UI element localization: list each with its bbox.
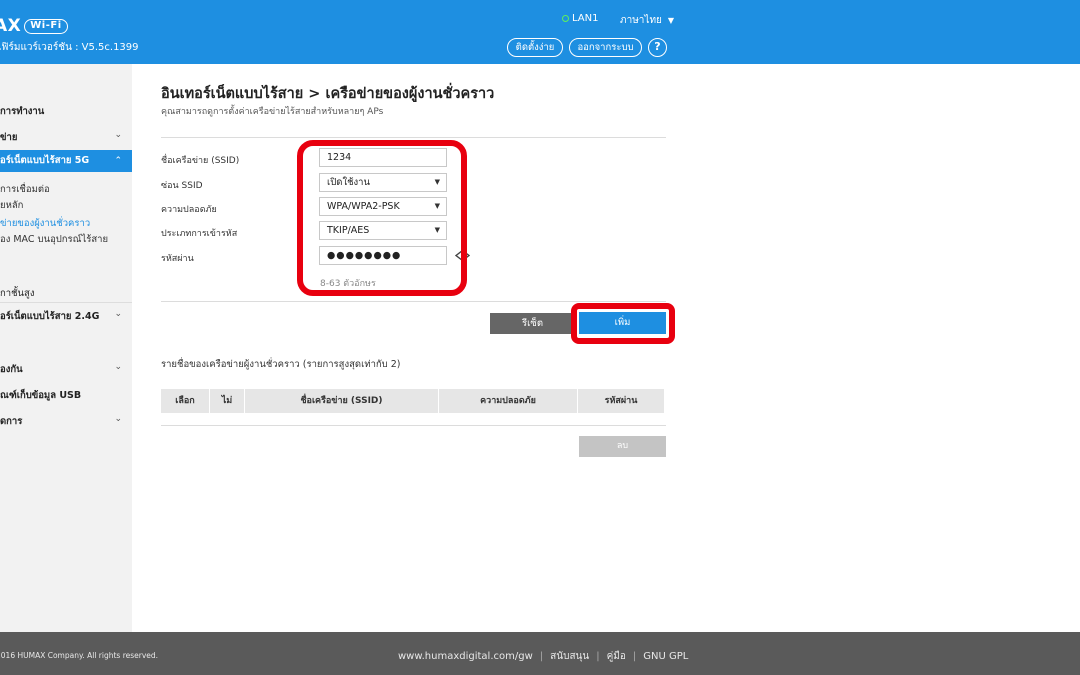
divider (161, 137, 666, 138)
sidebar-subitem-mac-filter[interactable]: อง MAC บนอุปกรณ์ไร้สาย (0, 232, 108, 247)
sidebar: การทำงาน ข่าย ⌄ อร์เน็ตแบบไร้สาย 5G ⌃ กา… (0, 64, 132, 632)
guest-network-table-header: เลือก ไม่ ชื่อเครือข่าย (SSID) ความปลอดภ… (161, 389, 664, 413)
page-description: คุณสามารถดูการตั้งค่าเครือข่ายไร้สายสำหร… (161, 107, 384, 117)
sidebar-item-advanced[interactable]: กาชั้นสูง (0, 286, 132, 300)
logout-button[interactable]: ออกจากระบบ (569, 38, 642, 57)
sidebar-item-wireless-5g[interactable]: อร์เน็ตแบบไร้สาย 5G ⌃ (0, 150, 132, 172)
divider (161, 301, 666, 302)
separator: | (596, 651, 600, 662)
status-dot-icon (562, 15, 569, 22)
separator: | (539, 651, 544, 662)
header-bar: AX Wi-Fi เฟิร์มแวร์เวอร์ชัน : V5.5c.1399… (0, 0, 1080, 64)
sidebar-item-label: องกัน (0, 364, 23, 375)
sidebar-subitem-guest-network[interactable]: ข่ายของผู้งานชั่วคราว (0, 216, 90, 231)
column-number: ไม่ (210, 389, 245, 413)
column-select: เลือก (161, 389, 210, 413)
help-button[interactable]: ? (648, 38, 667, 57)
chevron-down-icon: ⌄ (114, 130, 122, 140)
chevron-down-icon: ⌄ (114, 309, 122, 319)
language-label: ภาษาไทย (620, 15, 662, 26)
guest-network-list-title: รายชื่อของเครือข่ายผู้งานชั่วคราว (รายกา… (161, 359, 401, 370)
sidebar-item-label: การทำงาน (0, 106, 45, 117)
column-ssid: ชื่อเครือข่าย (SSID) (245, 389, 439, 413)
logo-text: AX (0, 16, 22, 36)
footer-link-manual[interactable]: คู่มือ (607, 649, 626, 664)
sidebar-item-management[interactable]: ดการ ⌄ (0, 414, 132, 428)
lan-status-label: LAN1 (572, 13, 599, 24)
highlight-outline-add (571, 303, 675, 344)
footer-links: www.humaxdigital.com/gw | สนับสนุน | คู่… (398, 649, 688, 664)
sidebar-item-usb-storage[interactable]: ณฑ์เก็บข้อมูล USB (0, 388, 132, 402)
column-security: ความปลอดภัย (439, 389, 578, 413)
sidebar-item-label: ข่าย (0, 132, 18, 143)
hide-ssid-label: ซ่อน SSID (161, 181, 203, 191)
easy-setup-button[interactable]: ติดตั้งง่าย (507, 38, 563, 57)
sidebar-item-operation[interactable]: การทำงาน (0, 104, 132, 118)
column-password: รหัสผ่าน (604, 396, 638, 406)
copyright: 2016 HUMAX Company. All rights reserved. (0, 651, 159, 660)
sidebar-subitem-main-network[interactable]: ยหลัก (0, 198, 23, 213)
wifi-badge: Wi-Fi (24, 18, 68, 34)
sidebar-item-label: ณฑ์เก็บข้อมูล USB (0, 390, 82, 401)
password-label: รหัสผ่าน (161, 254, 194, 264)
ssid-label: ชื่อเครือข่าย (SSID) (161, 156, 240, 166)
footer: 2016 HUMAX Company. All rights reserved.… (0, 632, 1080, 675)
sidebar-item-network[interactable]: ข่าย ⌄ (0, 130, 132, 144)
encryption-label: ประเภทการเข้ารหัส (161, 229, 238, 239)
footer-link-website[interactable]: www.humaxdigital.com/gw (398, 651, 533, 662)
separator: | (632, 651, 637, 662)
chevron-down-icon: ⌄ (114, 362, 122, 372)
sidebar-divider (0, 302, 132, 303)
sidebar-item-wireless-24g[interactable]: อร์เน็ตแบบไร้สาย 2.4G ⌄ (0, 309, 132, 323)
reset-button[interactable]: รีเซ็ต (490, 313, 575, 334)
footer-link-gpl[interactable]: GNU GPL (643, 651, 688, 662)
language-select[interactable]: ภาษาไทย ▼ (620, 13, 674, 28)
page-title: อินเทอร์เน็ตแบบไร้สาย > เครือข่ายของผู้ง… (161, 86, 495, 102)
security-label: ความปลอดภัย (161, 205, 217, 215)
chevron-down-icon: ⌄ (114, 414, 122, 424)
sidebar-item-label: อร์เน็ตแบบไร้สาย 2.4G (0, 311, 100, 322)
sidebar-item-label: กาชั้นสูง (0, 288, 35, 299)
divider (161, 425, 666, 426)
caret-down-icon: ▼ (667, 16, 675, 25)
delete-button[interactable]: ลบ (579, 436, 666, 457)
highlight-outline-form (297, 140, 467, 296)
lan-status: LAN1 (562, 13, 598, 24)
sidebar-item-label: อร์เน็ตแบบไร้สาย 5G (0, 155, 90, 166)
sidebar-item-label: ดการ (0, 416, 23, 427)
sidebar-subitem-connection[interactable]: การเชื่อมต่อ (0, 182, 50, 197)
sidebar-item-security[interactable]: องกัน ⌄ (0, 362, 132, 376)
firmware-version: เฟิร์มแวร์เวอร์ชัน : V5.5c.1399 (0, 42, 139, 53)
humax-logo: AX Wi-Fi (0, 16, 68, 36)
footer-link-support[interactable]: สนับสนุน (550, 649, 589, 664)
chevron-up-icon: ⌃ (114, 156, 122, 166)
